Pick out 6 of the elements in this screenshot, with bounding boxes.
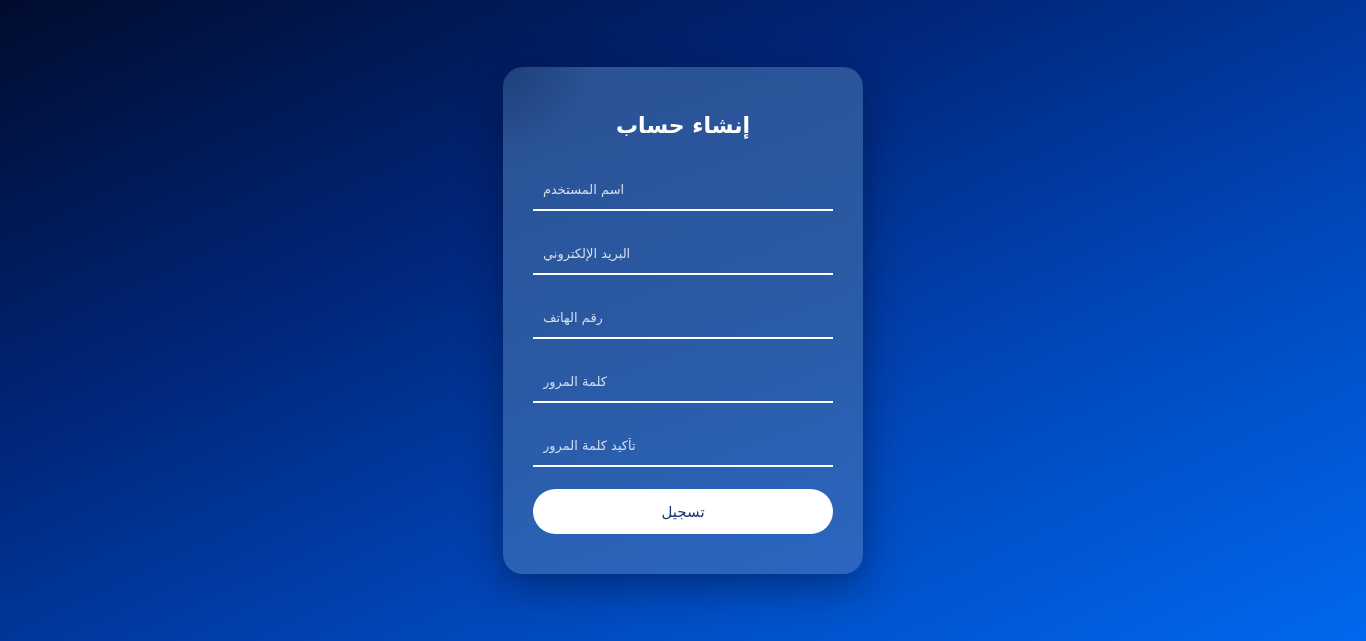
input-field[interactable]: رقم الهاتف	[533, 301, 833, 339]
input-field[interactable]: اسم المستخدم	[533, 173, 833, 211]
input-field[interactable]: البريد الإلكتروني	[533, 237, 833, 275]
input-field[interactable]: كلمة المرور	[533, 365, 833, 403]
register-button[interactable]: تسجيل	[533, 489, 833, 534]
form-title: إنشاء حساب	[616, 112, 750, 141]
